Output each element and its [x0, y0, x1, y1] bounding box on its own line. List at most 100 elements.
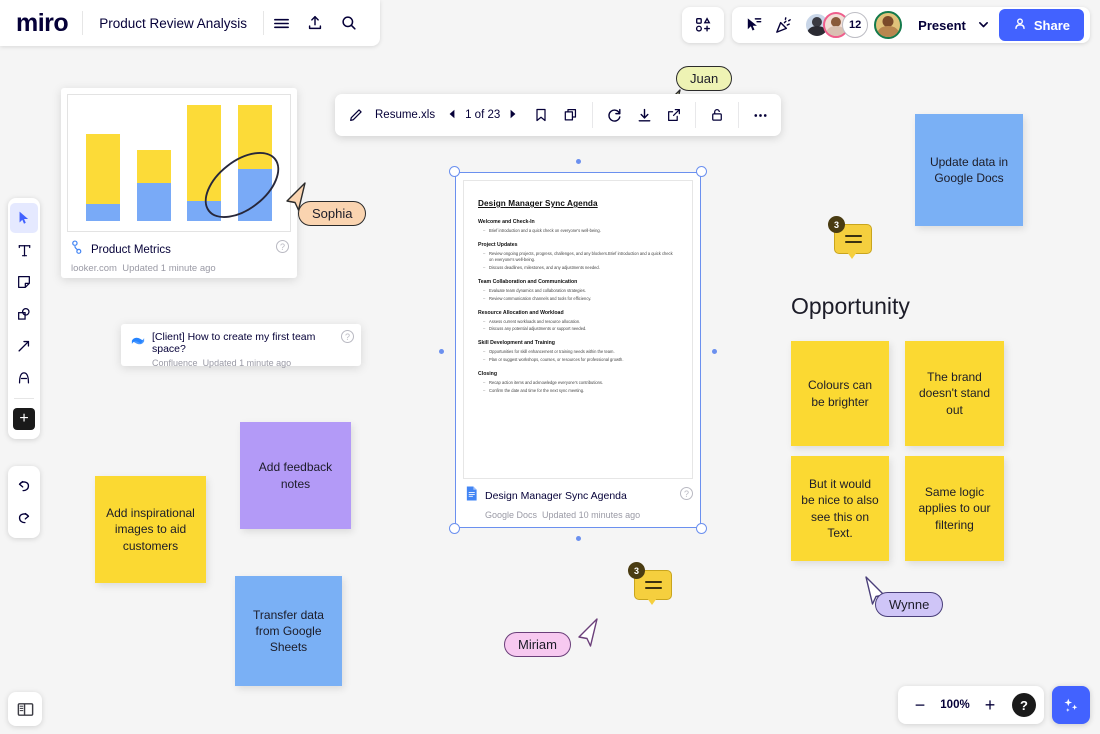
- looker-card-meta: Product Metrics looker.com Updated 1 min…: [61, 232, 297, 282]
- chart-bar: [86, 134, 120, 221]
- celebrate-icon[interactable]: [768, 10, 798, 40]
- looker-embed-card[interactable]: Product Metrics looker.com Updated 1 min…: [61, 88, 297, 278]
- open-external-icon[interactable]: [659, 100, 689, 130]
- connector-dot-bottom[interactable]: [576, 536, 581, 541]
- opportunity-section-title[interactable]: Opportunity: [791, 293, 910, 320]
- upload-icon[interactable]: [298, 6, 332, 40]
- resize-handle-tl[interactable]: [449, 166, 460, 177]
- arrow-tool[interactable]: [10, 331, 38, 361]
- confluence-icon: [131, 334, 145, 353]
- cursor-label-wynne: Wynne: [875, 592, 943, 617]
- sticky-add-feedback[interactable]: Add feedback notes: [240, 422, 351, 529]
- document-context-toolbar: Resume.xls 1 of 23: [335, 94, 781, 136]
- avatar-current-user[interactable]: [874, 11, 902, 39]
- zoom-in-button[interactable]: +: [976, 691, 1004, 719]
- miro-logo[interactable]: miro: [0, 11, 82, 36]
- collaborator-avatars[interactable]: 12: [804, 11, 902, 39]
- select-tool[interactable]: [10, 203, 38, 233]
- comment-count-badge: 3: [828, 216, 845, 233]
- sticky-brand[interactable]: The brand doesn't stand out: [905, 341, 1004, 446]
- sticky-text-request[interactable]: But it would be nice to also see this on…: [791, 456, 889, 561]
- confluence-card-title: [Client] How to create my first team spa…: [152, 331, 351, 355]
- chart-bar: [137, 150, 171, 221]
- connector-dot-left[interactable]: [439, 349, 444, 354]
- zoom-out-button[interactable]: −: [906, 691, 934, 719]
- sticky-note-tool[interactable]: [10, 267, 38, 297]
- comment-bubble-right[interactable]: 3: [834, 224, 872, 256]
- sticky-colours[interactable]: Colours can be brighter: [791, 341, 889, 446]
- looker-card-title: Product Metrics: [91, 244, 171, 256]
- comment-tail: [647, 598, 657, 605]
- pen-curve-tool[interactable]: [10, 363, 38, 393]
- cursor-label-sophia: Sophia: [298, 201, 366, 226]
- resize-handle-bl[interactable]: [449, 523, 460, 534]
- undo-button[interactable]: [10, 471, 38, 501]
- page-indicator: 1 of 23: [459, 109, 506, 121]
- product-metrics-chart: [67, 94, 291, 232]
- cursor-label-juan: Juan: [676, 66, 732, 91]
- chevron-down-icon[interactable]: [978, 18, 989, 33]
- shapes-tool[interactable]: [10, 299, 38, 329]
- help-circle-icon[interactable]: ?: [276, 240, 289, 253]
- zoom-level-value[interactable]: 100%: [938, 699, 972, 711]
- help-circle-icon[interactable]: ?: [341, 330, 354, 343]
- side-panel-toggle[interactable]: [8, 692, 42, 726]
- sticky-inspirational[interactable]: Add inspirational images to aid customer…: [95, 476, 206, 583]
- looker-icon: [71, 240, 84, 259]
- prev-page-button[interactable]: [445, 109, 459, 121]
- ai-sparkle-button[interactable]: [1052, 686, 1090, 724]
- sticky-same-logic[interactable]: Same logic applies to our filtering: [905, 456, 1004, 561]
- miro-board-canvas[interactable]: miro Product Review Analysis: [0, 0, 1100, 734]
- resize-handle-tr[interactable]: [696, 166, 707, 177]
- selected-document-widget[interactable]: Design Manager Sync Agenda Welcome and C…: [455, 172, 701, 528]
- avatar-overflow-count[interactable]: 12: [842, 12, 868, 38]
- duplicate-icon[interactable]: [556, 100, 586, 130]
- comment-line: [645, 587, 662, 589]
- more-tools-button[interactable]: +: [10, 404, 38, 434]
- connector-dot-top[interactable]: [576, 159, 581, 164]
- sticky-update-data[interactable]: Update data in Google Docs: [915, 114, 1023, 226]
- comment-count-badge: 3: [628, 562, 645, 579]
- comment-line: [845, 235, 862, 237]
- refresh-icon[interactable]: [599, 100, 629, 130]
- board-title[interactable]: Product Review Analysis: [83, 16, 263, 31]
- zoom-toolbar: − 100% + ?: [898, 686, 1044, 724]
- present-button[interactable]: Present: [906, 9, 997, 41]
- confluence-embed-card[interactable]: [Client] How to create my first team spa…: [121, 324, 361, 366]
- creation-toolbar: +: [8, 198, 40, 439]
- history-toolbar: [8, 466, 40, 538]
- confluence-card-subtitle: Confluence Updated 1 minute ago: [131, 358, 351, 368]
- chart-bars: [78, 105, 280, 221]
- redo-button[interactable]: [10, 503, 38, 533]
- divider: [14, 398, 34, 399]
- collab-group: 12 Present Share: [732, 7, 1090, 43]
- selection-frame: [455, 172, 701, 528]
- more-dots-icon[interactable]: [745, 100, 775, 130]
- bookmark-icon[interactable]: [526, 100, 556, 130]
- plus-icon: +: [13, 408, 35, 430]
- cursor-share-icon[interactable]: [738, 10, 768, 40]
- comment-tail: [847, 252, 857, 259]
- chart-bar: [187, 105, 221, 221]
- document-filename[interactable]: Resume.xls: [371, 109, 445, 121]
- cursor-arrow-miriam: [575, 617, 605, 649]
- sticky-transfer-data[interactable]: Transfer data from Google Sheets: [235, 576, 342, 686]
- comment-bubble-lower[interactable]: 3: [634, 570, 672, 602]
- hamburger-menu-icon[interactable]: [264, 6, 298, 40]
- connector-dot-right[interactable]: [712, 349, 717, 354]
- text-tool[interactable]: [10, 235, 38, 265]
- comment-line: [645, 581, 662, 583]
- resize-handle-br[interactable]: [696, 523, 707, 534]
- help-button[interactable]: ?: [1012, 693, 1036, 717]
- unlock-icon[interactable]: [702, 100, 732, 130]
- next-page-button[interactable]: [506, 109, 520, 121]
- templates-grid-icon[interactable]: [688, 10, 718, 40]
- share-label: Share: [1034, 18, 1070, 33]
- download-icon[interactable]: [629, 100, 659, 130]
- share-button[interactable]: Share: [999, 9, 1084, 41]
- search-icon[interactable]: [332, 6, 366, 40]
- top-left-toolbar: miro Product Review Analysis: [0, 0, 380, 46]
- templates-group: [682, 7, 724, 43]
- comment-line: [845, 241, 862, 243]
- pencil-icon[interactable]: [341, 100, 371, 130]
